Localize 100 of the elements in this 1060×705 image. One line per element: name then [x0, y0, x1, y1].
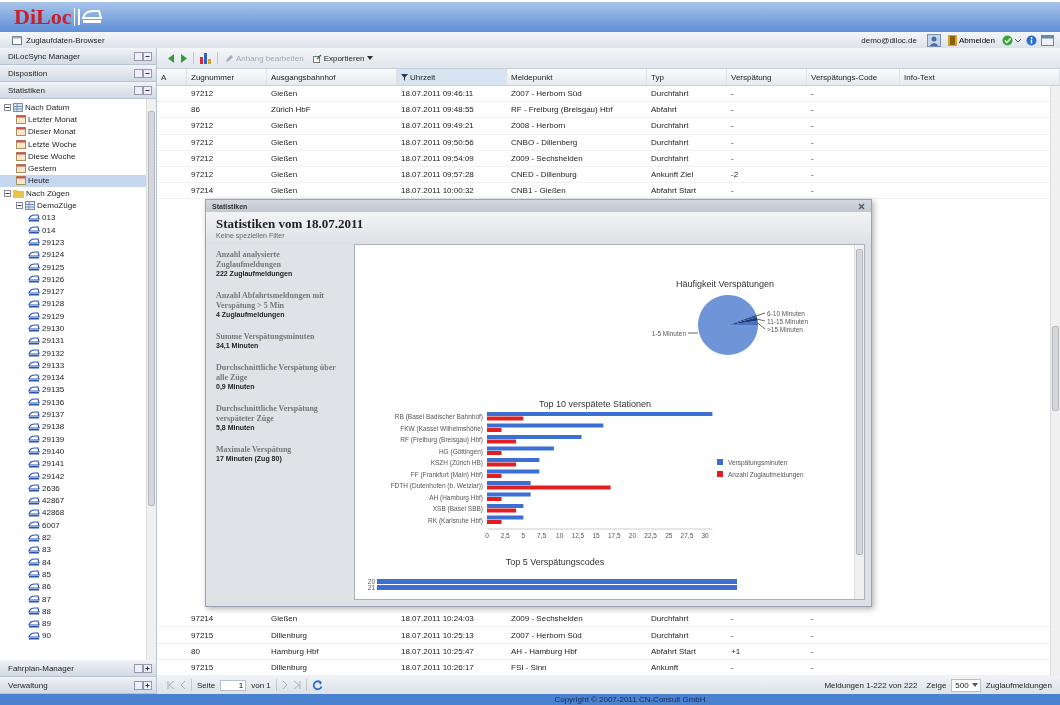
- tree-item[interactable]: 84: [0, 556, 146, 569]
- table-row[interactable]: 97212 Gießen 18.07.2011 09:57:28 CNED - Dillenburg Ankunft Ziel -2 -: [157, 166, 1050, 184]
- tree-item[interactable]: 85: [0, 568, 146, 581]
- column-header[interactable]: Meldepunkt: [507, 69, 647, 85]
- accordion-header[interactable]: Statistiken: [0, 82, 156, 99]
- table-row[interactable]: 97212 Gießen 18.07.2011 09:46:11 Z007 - Herborn Süd Durchfahrt - -: [157, 86, 1050, 103]
- table-row[interactable]: 86 Zürich HbF 18.07.2011 09:48:55 RF - Freiburg (Breisgau) Hbf Abfahrt - -: [157, 102, 1050, 119]
- scrollbar[interactable]: [854, 245, 864, 599]
- back-arrow-icon[interactable]: [167, 53, 175, 63]
- accordion-header[interactable]: DiLocSync Manager: [0, 48, 156, 65]
- tree-item[interactable]: 6007: [0, 519, 146, 532]
- tree-item[interactable]: 29125: [0, 260, 146, 274]
- tree-item[interactable]: 014: [0, 223, 146, 237]
- tree-item[interactable]: 90: [0, 629, 146, 643]
- tree-item[interactable]: 29128: [0, 297, 146, 311]
- tree-item[interactable]: 29132: [0, 346, 146, 360]
- tree-item[interactable]: 29124: [0, 248, 146, 261]
- refresh-icon[interactable]: [311, 679, 323, 691]
- accordion-header[interactable]: Fahrplan-Manager: [0, 660, 156, 677]
- table-row[interactable]: 97212 Gießen 18.07.2011 09:54:09 Z009 - Sechshelden Durchfahrt - -: [157, 150, 1050, 167]
- tree-item[interactable]: Letzter Monat: [0, 113, 146, 126]
- column-header[interactable]: Verspätung: [727, 69, 807, 85]
- user-icon[interactable]: [926, 33, 941, 47]
- table-cell: 18.07.2011 10:24:03: [401, 614, 474, 624]
- tree-item[interactable]: 82: [0, 531, 146, 544]
- collapse-icon[interactable]: [134, 85, 152, 95]
- forward-arrow-icon[interactable]: [180, 53, 188, 63]
- tree-item[interactable]: 29133: [0, 359, 146, 372]
- tree-item[interactable]: Letzte Woche: [0, 137, 146, 151]
- tree-item[interactable]: 29127: [0, 285, 146, 298]
- check-dropdown-icon[interactable]: [1002, 34, 1022, 46]
- scrollbar[interactable]: [1050, 86, 1060, 676]
- accordion-header[interactable]: Disposition: [0, 65, 156, 82]
- logout-button[interactable]: Abmelden: [944, 34, 998, 46]
- close-icon[interactable]: [858, 202, 865, 210]
- tree-item[interactable]: 29129: [0, 310, 146, 323]
- tree-item[interactable]: 29138: [0, 420, 146, 433]
- tree-item[interactable]: 2636: [0, 482, 146, 495]
- accordion-header[interactable]: Verwaltung: [0, 677, 156, 694]
- export-button[interactable]: Exportieren: [310, 53, 375, 63]
- tree-item[interactable]: 29136: [0, 396, 146, 409]
- collapse-icon[interactable]: [134, 68, 152, 78]
- collapse-icon[interactable]: [134, 51, 152, 61]
- tree-item[interactable]: DemoZüge: [0, 199, 146, 212]
- tree-item[interactable]: 29137: [0, 408, 146, 421]
- table-cell: -: [731, 614, 734, 624]
- expand-icon[interactable]: [134, 663, 152, 673]
- table-row[interactable]: 97212 Gießen 18.07.2011 09:49:21 Z008 - Herborn Durchfahrt - -: [157, 118, 1050, 135]
- tree-item[interactable]: 87: [0, 592, 146, 606]
- column-header[interactable]: Verspätungs-Code: [807, 69, 900, 85]
- info-icon[interactable]: [1026, 34, 1037, 46]
- tree-item[interactable]: 42868: [0, 506, 146, 520]
- tree-item[interactable]: 29130: [0, 322, 146, 335]
- tree-item[interactable]: 29142: [0, 469, 146, 483]
- tree-item[interactable]: 29140: [0, 445, 146, 458]
- tree-item[interactable]: 29139: [0, 433, 146, 446]
- tree-item[interactable]: 29134: [0, 371, 146, 384]
- expander-icon[interactable]: [4, 103, 11, 111]
- expander-icon[interactable]: [4, 189, 11, 197]
- tree-item[interactable]: 29126: [0, 273, 146, 286]
- table-cell: -: [731, 121, 734, 131]
- page-size-select[interactable]: 500: [951, 678, 981, 692]
- last-page-icon[interactable]: [292, 681, 301, 689]
- tree-item[interactable]: Nach Zügen: [0, 187, 146, 200]
- tree-item[interactable]: 29141: [0, 457, 146, 470]
- tree-item[interactable]: 29123: [0, 236, 146, 249]
- column-header[interactable]: Typ: [647, 69, 727, 85]
- tree-item[interactable]: 42867: [0, 494, 146, 507]
- column-header[interactable]: Zugnummer: [187, 69, 267, 85]
- chart-icon[interactable]: [199, 52, 212, 64]
- page-input[interactable]: 1: [220, 679, 247, 691]
- scrollbar[interactable]: [146, 99, 156, 660]
- tree-item[interactable]: Gestern: [0, 162, 146, 175]
- table-row[interactable]: 97212 Gießen 18.07.2011 09:50:56 CNBO - Dillenberg Durchfahrt - -: [157, 134, 1050, 151]
- table-cell: FSI - Sinn: [511, 662, 547, 672]
- first-page-icon[interactable]: [167, 681, 175, 689]
- tree-item[interactable]: Nach Datum: [0, 101, 146, 114]
- tree-item[interactable]: Heute: [0, 174, 146, 188]
- tree-item[interactable]: 29135: [0, 383, 146, 397]
- column-header[interactable]: Uhrzeit: [397, 69, 507, 85]
- column-header[interactable]: Info-Text: [900, 69, 1060, 85]
- previous-page-icon[interactable]: [180, 681, 186, 689]
- tree-item[interactable]: 86: [0, 580, 146, 593]
- table-row[interactable]: 97214 Gießen 18.07.2011 10:24:03 Z009 - Sechshelden Durchfahrt - -: [157, 611, 1050, 628]
- tree-item[interactable]: 88: [0, 605, 146, 618]
- table-cell: Gießen: [271, 89, 298, 99]
- table-row[interactable]: 80 Hamburg Hbf 18.07.2011 10:25:47 AH - Hamburg Hbf Abfahrt Start +1 -: [157, 643, 1050, 660]
- table-row[interactable]: 97215 Dillenburg 18.07.2011 10:25:13 Z007 - Herborn Süd Durchfahrt - -: [157, 627, 1050, 644]
- tree-item[interactable]: 89: [0, 617, 146, 630]
- column-header[interactable]: A: [157, 69, 187, 85]
- tree-item[interactable]: 29131: [0, 334, 146, 347]
- expand-icon[interactable]: [134, 680, 152, 690]
- tree-item[interactable]: Diese Woche: [0, 150, 146, 163]
- train-icon: [28, 521, 40, 530]
- tree-item[interactable]: Dieser Monat: [0, 125, 146, 138]
- expander-icon[interactable]: [16, 202, 23, 209]
- window-icon[interactable]: [1041, 34, 1054, 46]
- next-page-icon[interactable]: [281, 681, 288, 689]
- tree-item[interactable]: 013: [0, 211, 146, 224]
- tree-item[interactable]: 83: [0, 543, 146, 556]
